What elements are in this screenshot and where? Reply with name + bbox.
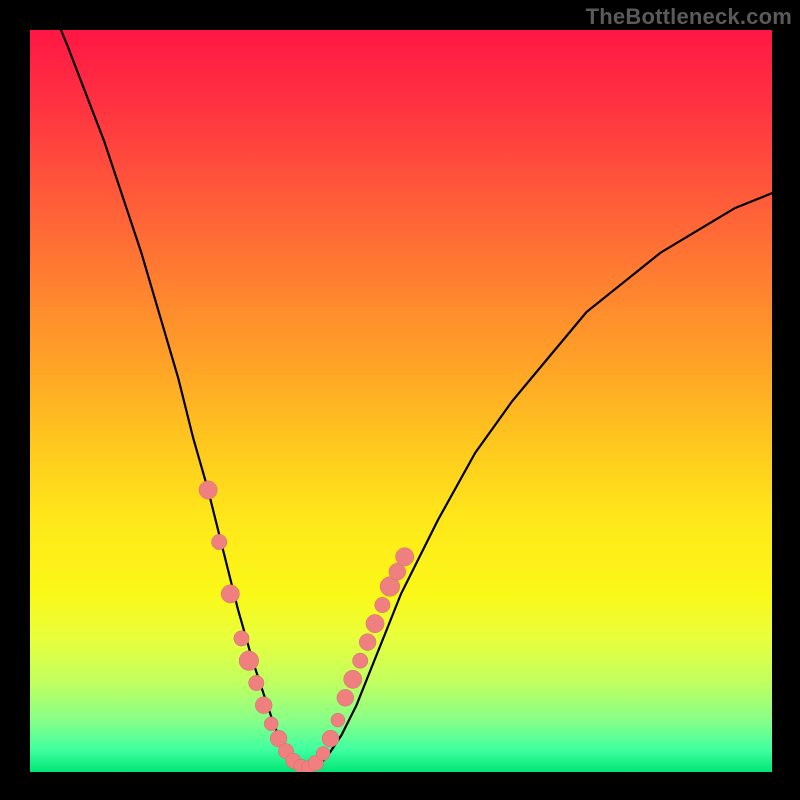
- data-marker: [199, 481, 217, 499]
- bottleneck-curve: [30, 30, 772, 768]
- data-marker: [239, 651, 259, 671]
- data-marker: [359, 634, 376, 651]
- data-marker: [316, 747, 330, 761]
- plot-area: [30, 30, 772, 772]
- data-marker: [322, 730, 339, 747]
- data-marker: [396, 548, 414, 566]
- watermark-text: TheBottleneck.com: [586, 4, 792, 30]
- data-marker: [212, 534, 227, 549]
- data-marker: [249, 675, 264, 690]
- data-marker: [331, 713, 345, 727]
- data-marker: [264, 717, 278, 731]
- data-marker: [344, 670, 362, 688]
- chart-frame: TheBottleneck.com: [0, 0, 800, 800]
- data-marker: [234, 631, 249, 646]
- data-marker: [375, 597, 390, 612]
- data-marker: [255, 697, 272, 714]
- data-marker: [366, 615, 384, 633]
- data-marker: [337, 689, 354, 706]
- data-marker: [221, 585, 239, 603]
- curve-layer: [30, 30, 772, 772]
- data-marker: [353, 653, 368, 668]
